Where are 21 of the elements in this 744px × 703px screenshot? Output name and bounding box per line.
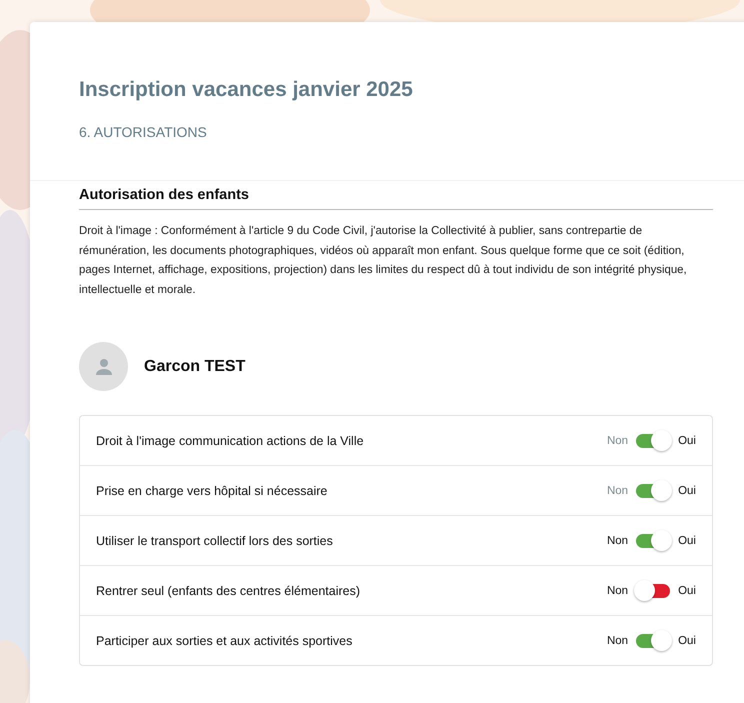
no-label: Non xyxy=(606,534,628,546)
yes-label: Oui xyxy=(678,434,696,446)
avatar-icon xyxy=(79,342,128,391)
authorization-label: Rentrer seul (enfants des centres élémentaires) xyxy=(96,584,360,598)
no-label: Non xyxy=(606,484,628,496)
consent-text: Droit à l'image : Conformément à l'article 9 du Code Civil, j'autorise la Collectivité à publier, sans contrepartie de rémunération, les documents photographiques, vidéos où apparaît mon enfant. Sous quelque forme que ce soit (édition, pages Internet, affichage, expositions, projection) dans les limites du respect dû à tout individu de son intégrité physique, intellectuelle et morale. xyxy=(79,224,688,298)
no-label: Non xyxy=(606,584,628,596)
authorization-label: Droit à l'image communication actions de la Ville xyxy=(96,434,364,448)
no-label: Non xyxy=(606,634,628,646)
section-heading: Autorisation des enfants xyxy=(79,187,713,210)
authorization-label: Prise en charge vers hôpital si nécessaire xyxy=(96,484,328,498)
yes-label: Oui xyxy=(678,634,696,646)
yes-label: Oui xyxy=(678,584,696,596)
authorization-label: Utiliser le transport collectif lors des sorties xyxy=(96,534,333,548)
step-title: 6. AUTORISATIONS xyxy=(79,124,208,140)
no-label: Non xyxy=(606,434,628,446)
authorization-label: Participer aux sorties et aux activités sportives xyxy=(96,634,352,648)
yes-label: Oui xyxy=(678,534,696,546)
yes-label: Oui xyxy=(678,484,696,496)
child-name: Garcon TEST xyxy=(144,358,246,376)
page-title: Inscription vacances janvier 2025 xyxy=(79,78,414,102)
